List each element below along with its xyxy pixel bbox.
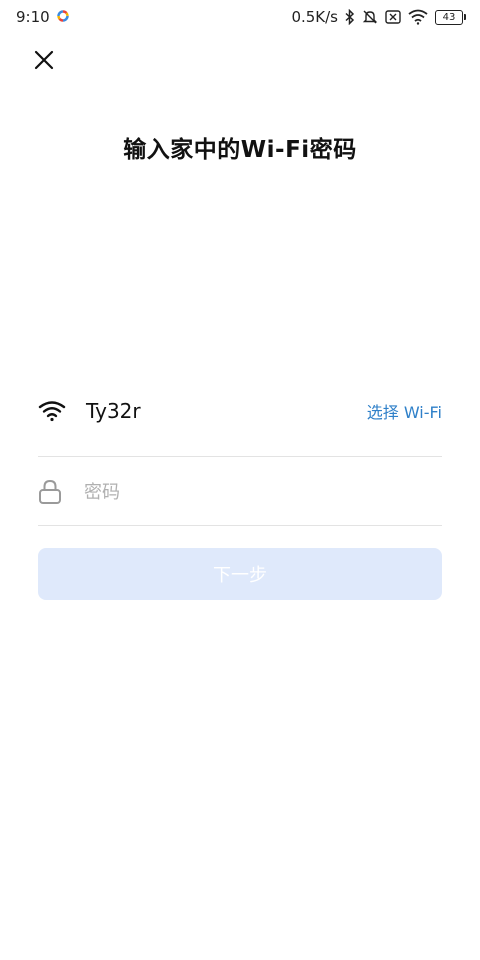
next-step-button[interactable]: 下一步	[38, 548, 442, 600]
close-button[interactable]	[26, 42, 62, 78]
bluetooth-icon	[345, 9, 355, 25]
status-bar: 9:10 0.5K/s 43	[0, 0, 480, 34]
wifi-ssid: Ty32r	[86, 399, 141, 423]
page-title: 输入家中的Wi-Fi密码	[123, 137, 357, 163]
wifi-icon	[38, 397, 66, 425]
password-input[interactable]	[82, 471, 442, 513]
wifi-status-icon	[408, 9, 428, 25]
divider	[38, 456, 442, 457]
choose-wifi-link[interactable]: 选择 Wi-Fi	[367, 399, 442, 423]
mute-icon	[362, 9, 378, 25]
no-sim-icon	[385, 10, 401, 24]
network-speed: 0.5K/s	[291, 8, 338, 26]
password-row	[38, 466, 442, 518]
battery-level: 43	[435, 9, 463, 25]
close-icon	[34, 50, 54, 70]
status-time: 9:10	[16, 8, 50, 26]
app-notification-icon	[56, 8, 69, 26]
lock-icon	[38, 478, 64, 506]
wifi-network-row: Ty32r 选择 Wi-Fi	[38, 384, 442, 438]
battery-icon: 43	[435, 9, 466, 25]
divider	[38, 525, 442, 526]
